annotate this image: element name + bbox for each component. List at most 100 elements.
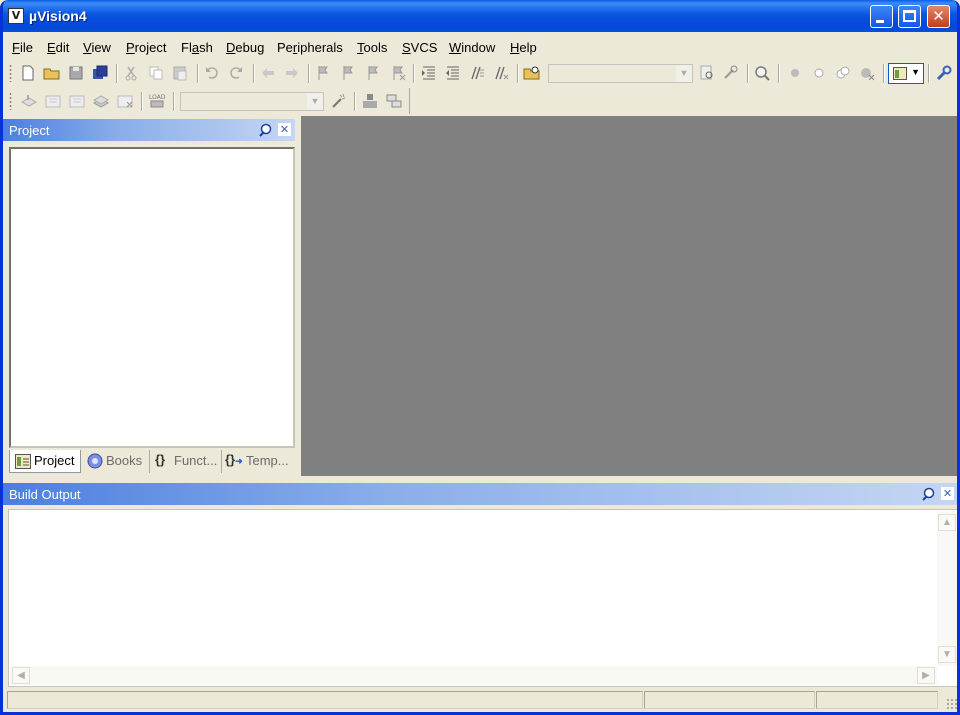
find-icon[interactable]: [698, 64, 716, 82]
menu-project[interactable]: Project: [126, 40, 166, 55]
tab-books[interactable]: Books: [83, 450, 147, 473]
close-icon[interactable]: ✕: [278, 123, 291, 136]
target-select[interactable]: ▼: [180, 92, 324, 111]
cut-icon[interactable]: [122, 64, 140, 82]
close-icon[interactable]: ✕: [941, 487, 954, 500]
toolbar-grip[interactable]: [9, 64, 12, 82]
toolbar-file: ▼ ▼: [3, 60, 957, 86]
tab-templates[interactable]: {}➜ Temp...: [221, 450, 296, 473]
navigate-forward-icon[interactable]: [283, 64, 301, 82]
save-all-icon[interactable]: [91, 64, 109, 82]
horizontal-scrollbar[interactable]: ◀ ▶: [10, 666, 937, 685]
undo-icon[interactable]: [203, 64, 221, 82]
resize-grip-icon[interactable]: [946, 698, 957, 710]
books-icon: [87, 453, 103, 469]
open-folder-icon[interactable]: [43, 64, 61, 82]
breakpoint-enable-icon[interactable]: [810, 64, 828, 82]
redo-icon[interactable]: [227, 64, 245, 82]
menu-flash[interactable]: Flash: [181, 40, 213, 55]
scroll-right-icon[interactable]: ▶: [917, 667, 935, 684]
save-icon[interactable]: [67, 64, 85, 82]
build-output-titlebar[interactable]: Build Output ✕: [3, 483, 957, 505]
status-bar: [3, 690, 957, 712]
scroll-left-icon[interactable]: ◀: [12, 667, 30, 684]
maximize-button[interactable]: [898, 5, 921, 28]
build-output-text[interactable]: ▲ ▼ ◀ ▶: [8, 509, 957, 687]
templates-icon: {}➜: [225, 452, 243, 467]
close-button[interactable]: ✕: [927, 5, 950, 28]
menu-window[interactable]: Window: [449, 40, 495, 55]
translate-icon[interactable]: [20, 92, 38, 110]
target-options-icon[interactable]: [330, 92, 348, 110]
navigate-back-icon[interactable]: [259, 64, 277, 82]
toolbar-build: LOAD ▼: [3, 88, 410, 114]
menu-peripherals[interactable]: Peripherals: [277, 40, 343, 55]
menu-bar: File Edit View Project Flash Debug Perip…: [3, 35, 957, 59]
incremental-find-icon[interactable]: [722, 64, 740, 82]
bookmark-prev-icon[interactable]: [339, 64, 357, 82]
download-load-icon[interactable]: LOAD: [148, 92, 166, 110]
batch-build-icon[interactable]: [92, 92, 110, 110]
main-window: V µVision4 ✕ File Edit View Project Flas…: [0, 0, 960, 715]
scroll-up-icon[interactable]: ▲: [938, 514, 956, 531]
bookmark-clear-icon[interactable]: [389, 64, 407, 82]
toolbar-grip[interactable]: [9, 92, 12, 110]
tab-templates-label: Temp...: [246, 453, 289, 468]
paste-icon[interactable]: [171, 64, 189, 82]
menu-debug[interactable]: Debug: [226, 40, 264, 55]
vertical-scrollbar[interactable]: ▲ ▼: [937, 511, 957, 666]
tab-functions-label: Funct...: [174, 453, 218, 468]
panel-splitter[interactable]: [3, 476, 957, 481]
window-layout-button[interactable]: ▼: [888, 63, 924, 84]
svg-text:LOAD: LOAD: [149, 94, 166, 101]
rebuild-icon[interactable]: [68, 92, 86, 110]
project-panel-tabs: Project Books {} Funct... {}➜ Temp...: [9, 450, 295, 474]
chevron-down-icon: ▼: [911, 67, 920, 77]
project-tree[interactable]: [9, 147, 295, 448]
stop-build-icon[interactable]: [116, 92, 134, 110]
search-icon[interactable]: [753, 64, 771, 82]
chevron-down-icon[interactable]: ▼: [676, 65, 692, 82]
tab-project[interactable]: Project: [9, 450, 81, 473]
breakpoint-disable-all-icon[interactable]: [834, 64, 852, 82]
chevron-down-icon[interactable]: ▼: [307, 93, 323, 110]
file-extensions-icon[interactable]: [385, 92, 403, 110]
bookmark-next-icon[interactable]: [364, 64, 382, 82]
editor-area[interactable]: [301, 116, 957, 476]
maximize-icon: [903, 10, 916, 22]
build-icon[interactable]: [44, 92, 62, 110]
indent-icon[interactable]: [420, 64, 438, 82]
breakpoint-kill-all-icon[interactable]: [858, 64, 876, 82]
find-in-files-icon[interactable]: [523, 64, 541, 82]
bookmark-set-icon[interactable]: [314, 64, 332, 82]
new-file-icon[interactable]: [19, 64, 37, 82]
pin-icon[interactable]: [921, 487, 935, 501]
app-logo-icon[interactable]: V: [8, 8, 24, 24]
find-combo[interactable]: ▼: [548, 64, 693, 83]
menu-edit[interactable]: Edit: [47, 40, 69, 55]
build-output-title: Build Output: [9, 487, 81, 502]
menu-file[interactable]: File: [12, 40, 33, 55]
comment-icon[interactable]: [468, 64, 486, 82]
manage-components-icon[interactable]: [361, 92, 379, 110]
project-panel-titlebar[interactable]: Project ✕: [3, 119, 295, 141]
pin-icon[interactable]: [258, 123, 272, 137]
scroll-down-icon[interactable]: ▼: [938, 646, 956, 663]
configure-wrench-icon[interactable]: [935, 64, 953, 82]
unindent-icon[interactable]: [444, 64, 462, 82]
menu-help[interactable]: Help: [510, 40, 537, 55]
status-cell-position: [644, 691, 815, 709]
minimize-icon: [876, 20, 884, 23]
menu-svcs[interactable]: SVCS: [402, 40, 437, 55]
title-bar[interactable]: V µVision4 ✕: [3, 0, 957, 32]
functions-icon: {}: [155, 452, 166, 467]
start-debug-icon[interactable]: [786, 64, 804, 82]
uncomment-icon[interactable]: [492, 64, 510, 82]
menu-tools[interactable]: Tools: [357, 40, 387, 55]
copy-icon[interactable]: [147, 64, 165, 82]
minimize-button[interactable]: [870, 5, 893, 28]
menu-view[interactable]: View: [83, 40, 111, 55]
tab-books-label: Books: [106, 453, 143, 468]
tab-functions[interactable]: {} Funct...: [149, 450, 222, 473]
window-title: µVision4: [29, 8, 87, 24]
